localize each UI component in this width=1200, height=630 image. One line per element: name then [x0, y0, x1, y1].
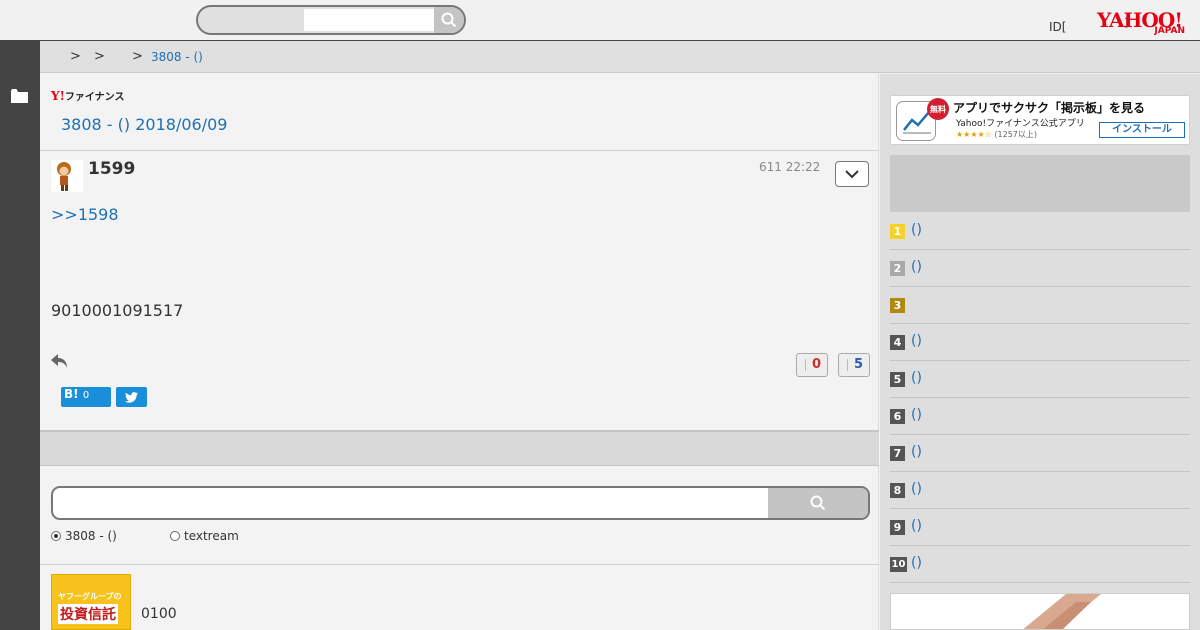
top-bar: ID[ ] YAHOO! JAPAN — [0, 0, 1200, 41]
rating-count: (1257以上) — [994, 130, 1038, 139]
right-sidebar: 無料 アプリでサクサク「掲示板」を見る Yahoo!ファイナンス公式アプリ ★★… — [880, 74, 1200, 630]
twitter-share-button[interactable] — [116, 387, 147, 407]
reply-icon[interactable] — [51, 354, 68, 369]
downvote-button[interactable]: 0 — [796, 353, 828, 377]
ranking-item[interactable]: 3 — [890, 287, 1190, 324]
radio-label: textream — [184, 529, 239, 543]
promo-banner-image[interactable]: ヤフーグループの 投資信託 — [51, 574, 131, 630]
board-search — [51, 486, 870, 520]
radio-selected[interactable] — [51, 531, 61, 541]
rank-number-badge: 7 — [890, 446, 905, 461]
free-badge: 無料 — [927, 98, 949, 120]
radio-unselected[interactable] — [170, 531, 180, 541]
promo-line1: ヤフーグループの — [58, 592, 122, 601]
app-install-ad[interactable]: 無料 アプリでサクサク「掲示板」を見る Yahoo!ファイナンス公式アプリ ★★… — [890, 95, 1190, 145]
header-search-button[interactable] — [434, 7, 464, 33]
search-icon — [441, 12, 457, 28]
board-search-button[interactable] — [768, 488, 868, 518]
finance-logo-mark: Y! — [51, 89, 65, 103]
logo-japan-text: JAPAN — [1154, 26, 1185, 36]
board-search-input[interactable] — [53, 488, 768, 518]
ranking-item[interactable]: 4 () — [890, 324, 1190, 361]
install-button[interactable]: インストール — [1099, 122, 1185, 138]
post-menu-button[interactable] — [835, 161, 869, 187]
ranking-item[interactable]: 7 () — [890, 435, 1190, 472]
rank-number-badge: 3 — [890, 298, 905, 313]
divider — [40, 564, 879, 565]
breadcrumb: > > > 3808 - () — [40, 41, 1200, 73]
ranking-item-title[interactable]: () — [911, 444, 922, 460]
section-band — [40, 430, 879, 466]
ranking-item-title[interactable]: () — [911, 259, 922, 275]
ranking-item[interactable]: 5 () — [890, 361, 1190, 398]
ranking-item-title[interactable]: () — [911, 555, 922, 571]
breadcrumb-current[interactable]: 3808 - () — [151, 50, 203, 64]
promo-code: 0100 — [141, 606, 177, 622]
ranking-item-title[interactable]: () — [911, 222, 922, 238]
post-body: 9010001091517 — [51, 301, 184, 320]
ranking-item[interactable]: 8 () — [890, 472, 1190, 509]
search-scope-textream-option[interactable]: textream — [170, 529, 239, 543]
ranking-item-title[interactable]: () — [911, 370, 922, 386]
rank-number-badge: 2 — [890, 261, 905, 276]
ad-subtitle: Yahoo!ファイナンス公式アプリ — [956, 119, 1085, 129]
search-scope-board-option[interactable]: 3808 - () — [51, 529, 117, 543]
ranking-item-title[interactable]: () — [911, 518, 922, 534]
post-date: 611 22:22 — [759, 160, 821, 174]
radio-label: 3808 - () — [65, 529, 117, 543]
rank-number-badge: 4 — [890, 335, 905, 350]
ranking-item[interactable]: 9 () — [890, 509, 1190, 546]
ad-placeholder — [890, 155, 1190, 212]
ranking-item[interactable]: 6 () — [890, 398, 1190, 435]
breadcrumb-separator: > — [70, 49, 81, 64]
breadcrumb-separator: > — [94, 49, 105, 64]
yahoo-japan-logo[interactable]: YAHOO! JAPAN — [1097, 10, 1189, 36]
ad-rating: ★★★★☆ (1257以上) — [956, 129, 1037, 140]
header-search-input[interactable] — [304, 9, 434, 31]
ranking-item[interactable]: 1 () — [890, 213, 1190, 250]
ranking-item[interactable]: 2 () — [890, 250, 1190, 287]
header-search — [196, 5, 466, 35]
ranking-item-title[interactable]: () — [911, 481, 922, 497]
finance-logo-text: ファイナンス — [64, 92, 125, 103]
id-link[interactable]: ID[ — [1049, 20, 1066, 34]
rank-number-badge: 10 — [890, 557, 907, 572]
ranking-item-title[interactable]: () — [911, 407, 922, 423]
rank-number-badge: 6 — [890, 409, 905, 424]
post-number: 1599 — [88, 159, 136, 179]
rank-number-badge: 8 — [890, 483, 905, 498]
avatar[interactable] — [51, 160, 83, 192]
folder-icon[interactable] — [11, 89, 28, 103]
hatena-label: B! — [64, 387, 79, 401]
reply-to-link[interactable]: >>1598 — [51, 205, 119, 224]
rank-number-badge: 1 — [890, 224, 905, 239]
hatena-bookmark-button[interactable]: B! 0 — [61, 387, 111, 407]
promo-line2: 投資信託 — [58, 604, 118, 624]
divider — [40, 150, 879, 151]
chevron-down-icon — [845, 169, 859, 178]
rank-number-badge: 5 — [890, 372, 905, 387]
rating-stars: ★★★★☆ — [956, 130, 992, 139]
left-sidebar — [0, 41, 40, 630]
ranking-item[interactable]: 10 () — [890, 546, 1190, 583]
breadcrumb-separator: > — [132, 49, 143, 64]
finance-logo[interactable]: Y!ファイナンス — [51, 88, 124, 103]
search-icon — [810, 495, 826, 511]
upvote-button[interactable]: 5 — [838, 353, 870, 377]
board-title[interactable]: 3808 - () 2018/06/09 — [61, 115, 227, 134]
hatena-count: 0 — [82, 390, 90, 401]
twitter-icon — [125, 391, 138, 403]
ad-headline: アプリでサクサク「掲示板」を見る — [953, 101, 1146, 115]
ranking-item-title[interactable]: () — [911, 333, 922, 349]
main-content: Y!ファイナンス 3808 - () 2018/06/09 1599 611 2… — [40, 74, 879, 630]
rank-number-badge: 9 — [890, 520, 905, 535]
sidebar-image[interactable] — [890, 593, 1190, 630]
